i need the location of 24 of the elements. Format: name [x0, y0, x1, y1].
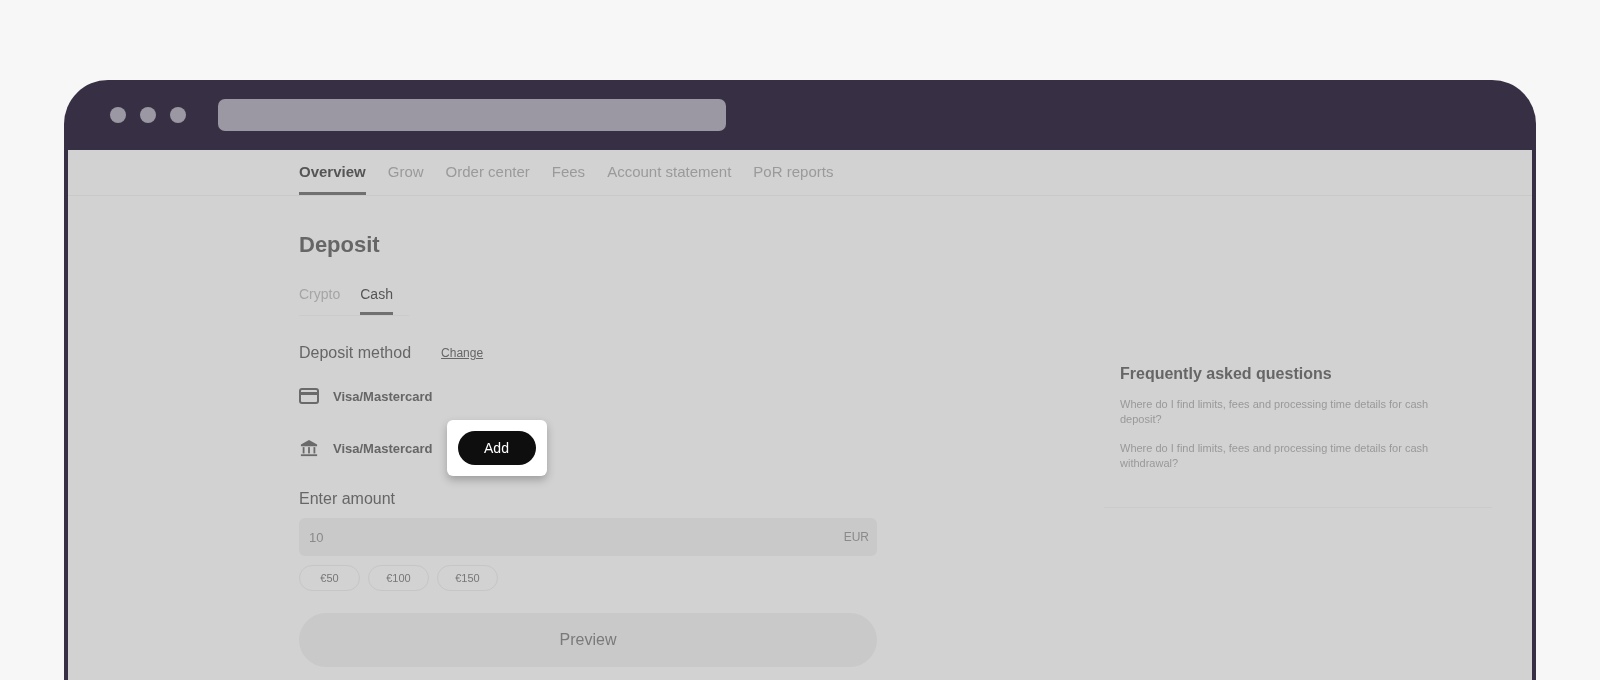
change-link[interactable]: Change: [441, 346, 484, 360]
method-tab[interactable]: Cash: [360, 286, 393, 315]
window-dot: [140, 107, 156, 123]
window-dot: [170, 107, 186, 123]
bank-icon: [299, 439, 319, 457]
amount-input[interactable]: 10: [307, 528, 844, 546]
section-label: Deposit method: [299, 344, 412, 362]
page-title: Deposit: [299, 232, 381, 258]
nav-tab[interactable]: Overview: [299, 150, 366, 195]
credit-card-icon: [299, 387, 319, 405]
nav-tab[interactable]: Fees: [551, 150, 586, 195]
nav-tab[interactable]: Grow: [387, 150, 424, 195]
currency-label: EUR: [843, 530, 869, 544]
nav-tab[interactable]: Order center: [445, 150, 530, 195]
add-button[interactable]: Add: [457, 431, 536, 465]
nav-tab[interactable]: PoR reports: [753, 150, 834, 195]
section-label: Enter amount: [299, 490, 397, 508]
faq-title: Frequently asked questions: [1120, 365, 1333, 383]
address-bar[interactable]: [218, 99, 726, 131]
window-dot: [110, 107, 126, 123]
payment-method[interactable]: Visa/Mastercard: [333, 388, 433, 404]
amount-field[interactable]: 10 EUR: [299, 518, 877, 556]
payment-method[interactable]: Visa/Mastercard: [333, 440, 433, 456]
nav-tab[interactable]: Account statement: [607, 150, 732, 195]
